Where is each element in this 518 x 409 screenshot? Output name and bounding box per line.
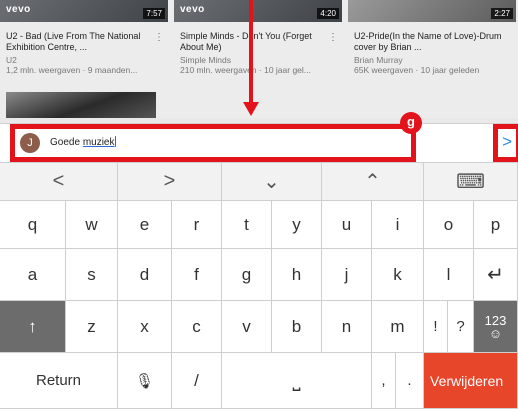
key-period[interactable]: . <box>396 353 424 409</box>
key-e[interactable]: e <box>118 201 172 249</box>
video-duration: 2:27 <box>491 8 513 19</box>
annotation-highlight-input <box>10 124 416 162</box>
video-channel: Simple Minds <box>180 55 232 65</box>
key-slash[interactable]: / <box>172 353 222 409</box>
key-s[interactable]: s <box>66 249 118 301</box>
key-c[interactable]: c <box>172 301 222 353</box>
key-i[interactable]: i <box>372 201 424 249</box>
key-o[interactable]: o <box>424 201 474 249</box>
video-card[interactable]: vevo 4:20 Simple Minds - Don't You (Forg… <box>174 0 342 75</box>
video-card[interactable]: 2:27 U2-Pride(In the Name of Love)-Drum … <box>348 0 516 75</box>
key-question[interactable]: ? <box>448 301 474 353</box>
video-title[interactable]: Simple Minds - Don't You (Forget About M… <box>180 31 330 53</box>
key-y[interactable]: y <box>272 201 322 249</box>
cursor-left-key[interactable]: < <box>0 163 118 201</box>
video-thumbnail[interactable]: vevo 7:57 <box>0 0 168 22</box>
key-h[interactable]: h <box>272 249 322 301</box>
video-duration: 7:57 <box>143 8 165 19</box>
key-j[interactable]: j <box>322 249 372 301</box>
key-n[interactable]: n <box>322 301 372 353</box>
video-thumbnail[interactable]: 2:27 <box>348 0 516 22</box>
key-t[interactable]: t <box>222 201 272 249</box>
return-key[interactable]: Return <box>0 353 118 409</box>
video-meta: 65K weergaven · 10 jaar geleden <box>354 65 480 75</box>
vevo-logo: vevo <box>180 4 205 15</box>
key-m[interactable]: m <box>372 301 424 353</box>
vevo-logo: vevo <box>6 4 31 15</box>
key-l[interactable]: l <box>424 249 474 301</box>
cursor-up-key[interactable]: ⌃ <box>322 163 424 201</box>
video-thumbnail[interactable]: vevo 4:20 <box>174 0 342 22</box>
symbols-key[interactable]: 123 ☺ <box>474 301 518 353</box>
key-a[interactable]: a <box>0 249 66 301</box>
annotation-arrow-head <box>243 102 259 116</box>
key-v[interactable]: v <box>222 301 272 353</box>
annotation-arrow <box>249 0 253 104</box>
key-exclamation[interactable]: ! <box>424 301 448 353</box>
video-thumbnail[interactable] <box>6 92 156 118</box>
key-comma[interactable]: , <box>372 353 396 409</box>
video-channel: Brian Murray <box>354 55 403 65</box>
key-g[interactable]: g <box>222 249 272 301</box>
emoji-icon: ☺ <box>488 325 503 341</box>
video-duration: 4:20 <box>317 8 339 19</box>
key-p[interactable]: p <box>474 201 518 249</box>
key-u[interactable]: u <box>322 201 372 249</box>
key-k[interactable]: k <box>372 249 424 301</box>
key-r[interactable]: r <box>172 201 222 249</box>
delete-key[interactable]: Verwijderen <box>424 353 518 409</box>
suggested-videos: vevo 7:57 U2 - Bad (Live From The Nation… <box>0 0 518 118</box>
annotation-badge: g <box>400 112 422 134</box>
video-title[interactable]: U2 - Bad (Live From The National Exhibit… <box>6 31 156 53</box>
annotation-highlight-send <box>493 124 518 162</box>
video-title[interactable]: U2-Pride(In the Name of Love)-Drum cover… <box>354 31 504 53</box>
more-options-icon[interactable]: ⋮ <box>154 32 164 43</box>
onscreen-keyboard: < > ⌄ ⌃ ⌨ q w e r t y u i o p a s d f g … <box>0 163 518 409</box>
video-channel: U2 <box>6 55 17 65</box>
key-q[interactable]: q <box>0 201 66 249</box>
key-b[interactable]: b <box>272 301 322 353</box>
microphone-icon[interactable]: 🎙 <box>118 353 172 409</box>
key-f[interactable]: f <box>172 249 222 301</box>
shift-key[interactable]: ↑ <box>0 301 66 353</box>
symbols-key-label: 123 <box>484 312 507 328</box>
cursor-down-key[interactable]: ⌄ <box>222 163 322 201</box>
key-z[interactable]: z <box>66 301 118 353</box>
key-x[interactable]: x <box>118 301 172 353</box>
video-card[interactable]: vevo 7:57 U2 - Bad (Live From The Nation… <box>0 0 168 118</box>
video-meta: 210 mln. weergaven · 10 jaar gel... <box>180 65 311 75</box>
more-options-icon[interactable]: ⋮ <box>328 32 338 43</box>
key-w[interactable]: w <box>66 201 118 249</box>
video-meta: 1,2 mln. weergaven · 9 maanden... <box>6 65 138 75</box>
keyboard-hide-icon[interactable]: ⌨ <box>424 163 518 201</box>
enter-key[interactable]: ↵ <box>474 249 518 301</box>
key-d[interactable]: d <box>118 249 172 301</box>
space-key[interactable]: ⎵ <box>222 353 372 409</box>
cursor-right-key[interactable]: > <box>118 163 222 201</box>
